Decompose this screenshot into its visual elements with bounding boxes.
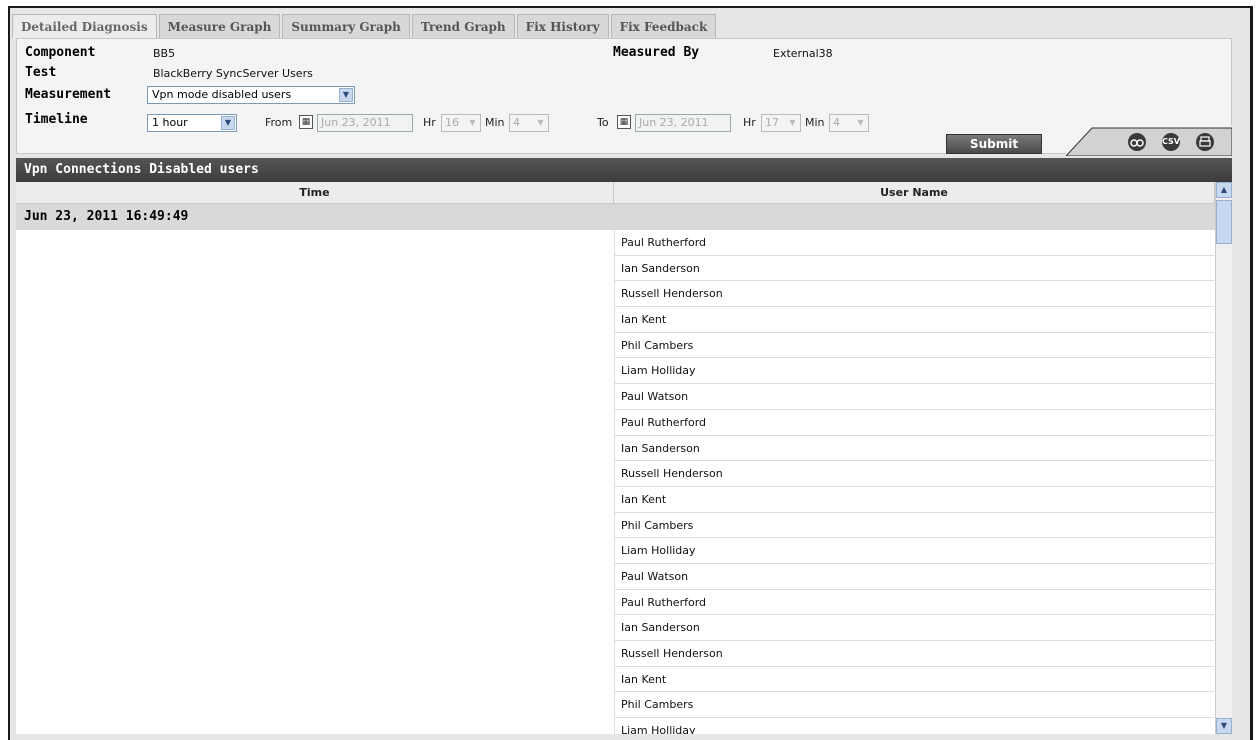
- from-hr-select[interactable]: 16 ▼: [441, 114, 481, 132]
- table-row[interactable]: Liam Holliday: [614, 358, 1214, 385]
- calendar-icon[interactable]: ▦: [299, 115, 313, 129]
- chevron-down-icon: ▼: [857, 118, 864, 127]
- chevron-down-icon: ▼: [537, 118, 544, 127]
- table-row[interactable]: Ian Kent: [614, 307, 1214, 333]
- tab-measure-graph[interactable]: Measure Graph: [158, 14, 281, 38]
- component-label: Component: [25, 45, 96, 60]
- table-row[interactable]: Ian Sanderson: [614, 615, 1214, 641]
- timeline-label: Timeline: [25, 112, 88, 127]
- table-row[interactable]: Phil Cambers: [614, 332, 1214, 359]
- test-label: Test: [25, 65, 57, 80]
- table-row[interactable]: Phil Cambers: [614, 692, 1214, 719]
- submit-button[interactable]: Submit: [946, 134, 1042, 154]
- csv-export-button[interactable]: CSV: [1162, 133, 1180, 151]
- from-min-select[interactable]: 4 ▼: [509, 114, 549, 132]
- from-min-value: 4: [513, 116, 520, 129]
- binoculars-icon[interactable]: [1128, 133, 1146, 151]
- tab-trend-graph[interactable]: Trend Graph: [411, 14, 515, 38]
- to-hr-label: Hr: [743, 116, 756, 129]
- to-min-select[interactable]: 4 ▼: [829, 114, 869, 132]
- to-date-input[interactable]: Jun 23, 2011: [635, 114, 731, 132]
- export-toolbar: CSV: [1066, 126, 1232, 156]
- table-row[interactable]: Russell Henderson: [614, 281, 1214, 308]
- table-row[interactable]: Russell Henderson: [614, 461, 1214, 487]
- filter-panel: Component BB5 Test BlackBerry SyncServer…: [16, 38, 1232, 154]
- table-row[interactable]: Ian Kent: [614, 666, 1214, 693]
- from-min-label: Min: [485, 116, 505, 129]
- from-label: From: [265, 116, 293, 129]
- column-header-user-name[interactable]: User Name: [614, 182, 1215, 204]
- table-row[interactable]: Paul Watson: [614, 384, 1214, 410]
- chevron-down-icon: ▼: [339, 88, 353, 102]
- tab-fix-history[interactable]: Fix History: [516, 14, 609, 38]
- tab-summary-graph[interactable]: Summary Graph: [282, 14, 410, 38]
- test-value: BlackBerry SyncServer Users: [153, 67, 313, 80]
- calendar-icon[interactable]: ▦: [617, 115, 631, 129]
- scroll-down-button[interactable]: ▼: [1216, 718, 1232, 734]
- user-rows: Paul Rutherford Ian Sanderson Russell Hend…: [614, 230, 1214, 734]
- measured-by-label: Measured By: [613, 45, 700, 60]
- section-title: Vpn Connections Disabled users: [16, 158, 1232, 182]
- table-row[interactable]: Paul Rutherford: [614, 589, 1214, 616]
- table-row[interactable]: Paul Rutherford: [614, 230, 1214, 256]
- measurement-label: Measurement: [25, 87, 112, 102]
- table-row[interactable]: Liam Holliday: [614, 718, 1214, 734]
- table-row[interactable]: Liam Holliday: [614, 538, 1214, 564]
- tab-fix-feedback[interactable]: Fix Feedback: [610, 14, 717, 38]
- table-row[interactable]: Ian Sanderson: [614, 255, 1214, 282]
- printer-icon[interactable]: [1196, 133, 1214, 151]
- chevron-down-icon: ▼: [469, 118, 476, 127]
- measurement-select[interactable]: Vpn mode disabled users ▼: [147, 86, 355, 104]
- group-row-timestamp: Jun 23, 2011 16:49:49: [16, 204, 1215, 230]
- from-hr-value: 16: [445, 116, 459, 129]
- scroll-thumb[interactable]: [1216, 200, 1232, 244]
- from-date-input[interactable]: Jun 23, 2011: [317, 114, 413, 132]
- table-row[interactable]: Phil Cambers: [614, 512, 1214, 539]
- from-hr-label: Hr: [423, 116, 436, 129]
- to-hr-value: 17: [765, 116, 779, 129]
- to-min-value: 4: [833, 116, 840, 129]
- to-hr-select[interactable]: 17 ▼: [761, 114, 801, 132]
- to-label: To: [597, 116, 609, 129]
- tab-detailed-diagnosis[interactable]: Detailed Diagnosis: [12, 14, 157, 38]
- table-row[interactable]: Russell Henderson: [614, 641, 1214, 667]
- vertical-scrollbar[interactable]: ▲ ▼: [1215, 182, 1232, 734]
- measurement-selected: Vpn mode disabled users: [152, 88, 292, 101]
- component-value: BB5: [153, 47, 176, 60]
- to-min-label: Min: [805, 116, 825, 129]
- results-table: Time User Name Jun 23, 2011 16:49:49 Pau…: [16, 182, 1232, 734]
- column-header-time[interactable]: Time: [16, 182, 614, 204]
- timeline-select[interactable]: 1 hour ▼: [147, 114, 237, 132]
- measured-by-value: External38: [773, 47, 833, 60]
- chevron-down-icon: ▼: [221, 116, 235, 130]
- table-row[interactable]: Ian Kent: [614, 486, 1214, 513]
- table-row[interactable]: Paul Rutherford: [614, 409, 1214, 436]
- table-row[interactable]: Ian Sanderson: [614, 435, 1214, 462]
- chevron-down-icon: ▼: [789, 118, 796, 127]
- timeline-selected: 1 hour: [152, 116, 188, 129]
- scroll-up-button[interactable]: ▲: [1216, 182, 1232, 198]
- table-row[interactable]: Paul Watson: [614, 563, 1214, 590]
- tab-bar: Detailed Diagnosis Measure Graph Summary…: [12, 14, 718, 38]
